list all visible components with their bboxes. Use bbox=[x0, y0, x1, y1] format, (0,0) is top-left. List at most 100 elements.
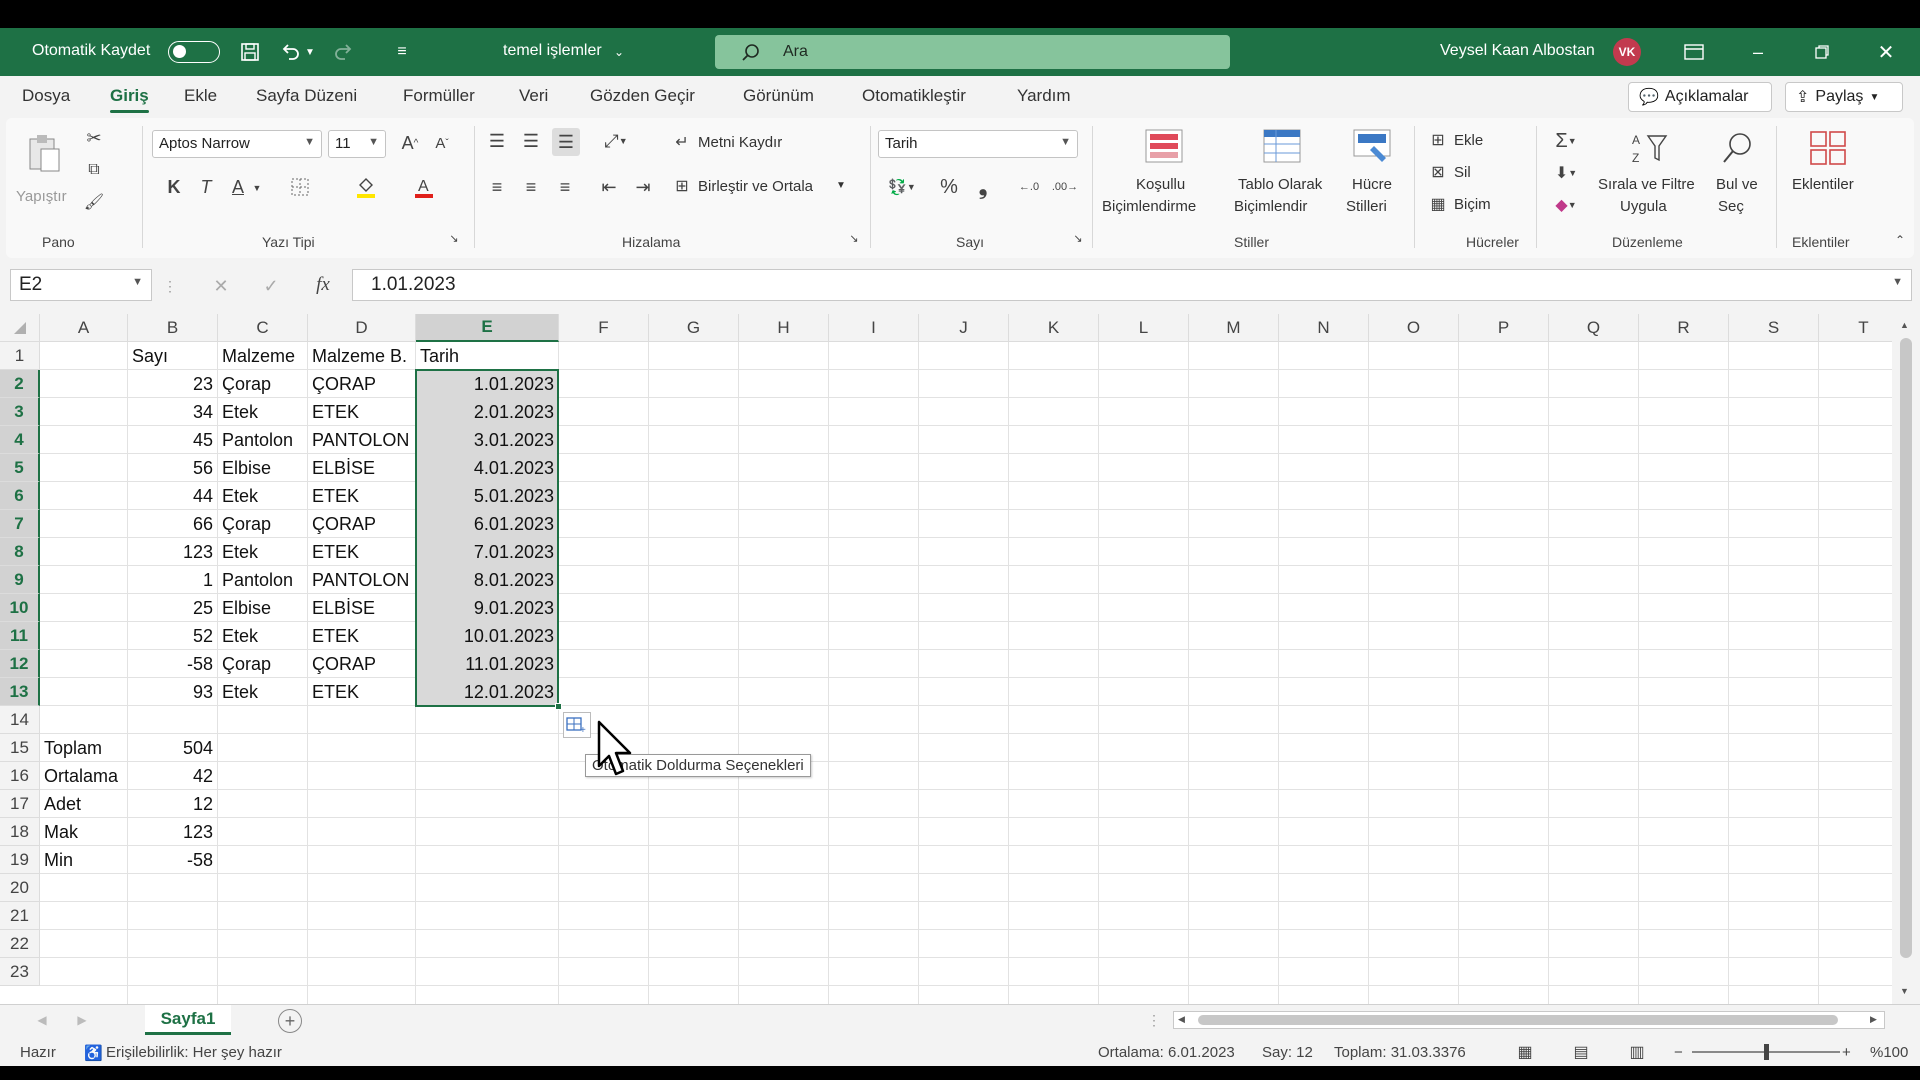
cell-d1[interactable]: Malzeme B. bbox=[308, 342, 415, 370]
row-header-20[interactable]: 20 bbox=[0, 874, 40, 902]
cell-c2[interactable]: Çorap bbox=[218, 370, 307, 398]
column-header-d[interactable]: D bbox=[308, 314, 416, 342]
fill-handle[interactable] bbox=[555, 703, 562, 710]
cell-d5[interactable]: ELBİSE bbox=[308, 454, 415, 482]
row-header-16[interactable]: 16 bbox=[0, 762, 40, 790]
format-as-table-label-2[interactable]: Biçimlendir bbox=[1234, 198, 1307, 215]
column-header-b[interactable]: B bbox=[128, 314, 218, 342]
underline-button[interactable]: A bbox=[226, 174, 250, 200]
horizontal-scrollbar[interactable]: ◀ ▶ bbox=[1173, 1011, 1885, 1029]
page-break-view-icon[interactable]: ▥ bbox=[1626, 1042, 1648, 1062]
percent-button[interactable]: % bbox=[936, 174, 962, 200]
delete-cells-button[interactable]: Sil bbox=[1454, 164, 1471, 181]
conditional-formatting-label[interactable]: Koşullu bbox=[1136, 176, 1185, 193]
font-color-icon[interactable]: A bbox=[410, 174, 438, 200]
row-header-4[interactable]: 4 bbox=[0, 426, 40, 454]
delete-cells-icon[interactable]: ⊠ bbox=[1426, 160, 1450, 184]
align-right-icon[interactable]: ≡ bbox=[552, 174, 578, 200]
cell-e1[interactable]: Tarih bbox=[416, 342, 558, 370]
cell-styles-label[interactable]: Hücre bbox=[1352, 176, 1392, 193]
row-header-19[interactable]: 19 bbox=[0, 846, 40, 874]
underline-dropdown-icon[interactable]: ▼ bbox=[250, 178, 264, 198]
format-cells-button[interactable]: Biçim bbox=[1454, 196, 1491, 213]
search-box[interactable]: Ara bbox=[715, 35, 1230, 69]
status-sum[interactable]: Toplam: 31.03.3376 bbox=[1334, 1044, 1466, 1061]
column-header-i[interactable]: I bbox=[829, 314, 919, 342]
enter-icon[interactable]: ✓ bbox=[258, 274, 284, 298]
wrap-text-icon[interactable]: ↵ bbox=[670, 130, 694, 154]
tab-veri[interactable]: Veri bbox=[519, 86, 548, 106]
column-header-q[interactable]: Q bbox=[1549, 314, 1639, 342]
row-header-2[interactable]: 2 bbox=[0, 370, 40, 398]
cell-e10[interactable]: 9.01.2023 bbox=[416, 594, 558, 622]
column-header-a[interactable]: A bbox=[40, 314, 128, 342]
row-header-17[interactable]: 17 bbox=[0, 790, 40, 818]
cell-c7[interactable]: Çorap bbox=[218, 510, 307, 538]
cell-b11[interactable]: 52 bbox=[128, 622, 217, 650]
cell-e3[interactable]: 2.01.2023 bbox=[416, 398, 558, 426]
addins-label[interactable]: Eklentiler bbox=[1792, 176, 1854, 193]
title-chevron-icon[interactable]: ⌄ bbox=[614, 45, 624, 59]
bold-button[interactable]: K bbox=[162, 174, 186, 200]
scroll-up-icon[interactable]: ▲ bbox=[1900, 320, 1909, 330]
vertical-scrollbar[interactable]: ▲ ▼ bbox=[1892, 314, 1920, 1004]
redo-icon[interactable] bbox=[330, 38, 358, 66]
merge-center-button[interactable]: Birleştir ve Ortala bbox=[698, 178, 813, 195]
cell-d13[interactable]: ETEK bbox=[308, 678, 415, 706]
copy-icon[interactable]: ⧉ bbox=[82, 158, 106, 182]
column-header-s[interactable]: S bbox=[1729, 314, 1819, 342]
align-middle-icon[interactable]: ☰ bbox=[518, 128, 544, 154]
insert-cells-button[interactable]: Ekle bbox=[1454, 132, 1483, 149]
sort-filter-icon[interactable]: AZ bbox=[1628, 128, 1672, 168]
sheet-tab-active[interactable]: Sayfa1 bbox=[145, 1005, 231, 1035]
wrap-text-button[interactable]: Metni Kaydır bbox=[698, 134, 782, 151]
select-all-corner[interactable] bbox=[0, 314, 40, 342]
row-header-9[interactable]: 9 bbox=[0, 566, 40, 594]
cell-e9[interactable]: 8.01.2023 bbox=[416, 566, 558, 594]
normal-view-icon[interactable]: ▦ bbox=[1514, 1042, 1536, 1062]
cell-d2[interactable]: ÇORAP bbox=[308, 370, 415, 398]
find-select-icon[interactable] bbox=[1718, 128, 1758, 168]
collapse-ribbon-icon[interactable]: ⌃ bbox=[1892, 232, 1908, 248]
row-header-21[interactable]: 21 bbox=[0, 902, 40, 930]
undo-dropdown-icon[interactable]: ▼ bbox=[302, 38, 318, 66]
fill-color-icon[interactable] bbox=[352, 174, 380, 200]
cell-b8[interactable]: 123 bbox=[128, 538, 217, 566]
cell-b10[interactable]: 25 bbox=[128, 594, 217, 622]
cell-d8[interactable]: ETEK bbox=[308, 538, 415, 566]
ribbon-display-icon[interactable] bbox=[1680, 38, 1708, 66]
accessibility-icon[interactable]: ♿ bbox=[84, 1044, 103, 1062]
cell-c3[interactable]: Etek bbox=[218, 398, 307, 426]
row-header-23[interactable]: 23 bbox=[0, 958, 40, 986]
row-header-13[interactable]: 13 bbox=[0, 678, 40, 706]
cell-c12[interactable]: Çorap bbox=[218, 650, 307, 678]
column-header-c[interactable]: C bbox=[218, 314, 308, 342]
cell-b7[interactable]: 66 bbox=[128, 510, 217, 538]
cell-c8[interactable]: Etek bbox=[218, 538, 307, 566]
cell-b18[interactable]: 123 bbox=[128, 818, 217, 846]
align-top-icon[interactable]: ☰ bbox=[484, 128, 510, 154]
row-header-3[interactable]: 3 bbox=[0, 398, 40, 426]
dialog-launcher-icon[interactable]: ↘ bbox=[446, 230, 462, 246]
horizontal-scroll-thumb[interactable] bbox=[1198, 1015, 1838, 1025]
scroll-right-icon[interactable]: ▶ bbox=[1870, 1014, 1877, 1025]
close-icon[interactable]: ✕ bbox=[1872, 38, 1900, 66]
cell-b1[interactable]: Sayı bbox=[128, 342, 217, 370]
cell-c1[interactable]: Malzeme bbox=[218, 342, 307, 370]
cell-e12[interactable]: 11.01.2023 bbox=[416, 650, 558, 678]
cell-e2[interactable]: 1.01.2023 bbox=[416, 370, 558, 398]
zoom-out-icon[interactable]: − bbox=[1674, 1044, 1683, 1061]
column-header-p[interactable]: P bbox=[1459, 314, 1549, 342]
status-average[interactable]: Ortalama: 6.01.2023 bbox=[1098, 1044, 1235, 1061]
fill-icon[interactable]: ⬇ ▼ bbox=[1546, 160, 1586, 186]
borders-icon[interactable] bbox=[286, 174, 314, 200]
cell-styles-icon[interactable] bbox=[1350, 126, 1394, 166]
cut-icon[interactable]: ✂ bbox=[82, 126, 106, 150]
share-button[interactable]: ⇪ Paylaş ▼ bbox=[1785, 82, 1903, 112]
cell-e13[interactable]: 12.01.2023 bbox=[416, 678, 558, 706]
paste-icon[interactable] bbox=[26, 132, 64, 176]
autosave-toggle[interactable] bbox=[168, 41, 220, 63]
page-layout-view-icon[interactable]: ▤ bbox=[1570, 1042, 1592, 1062]
cell-e8[interactable]: 7.01.2023 bbox=[416, 538, 558, 566]
tab-gorunum[interactable]: Görünüm bbox=[743, 86, 814, 106]
